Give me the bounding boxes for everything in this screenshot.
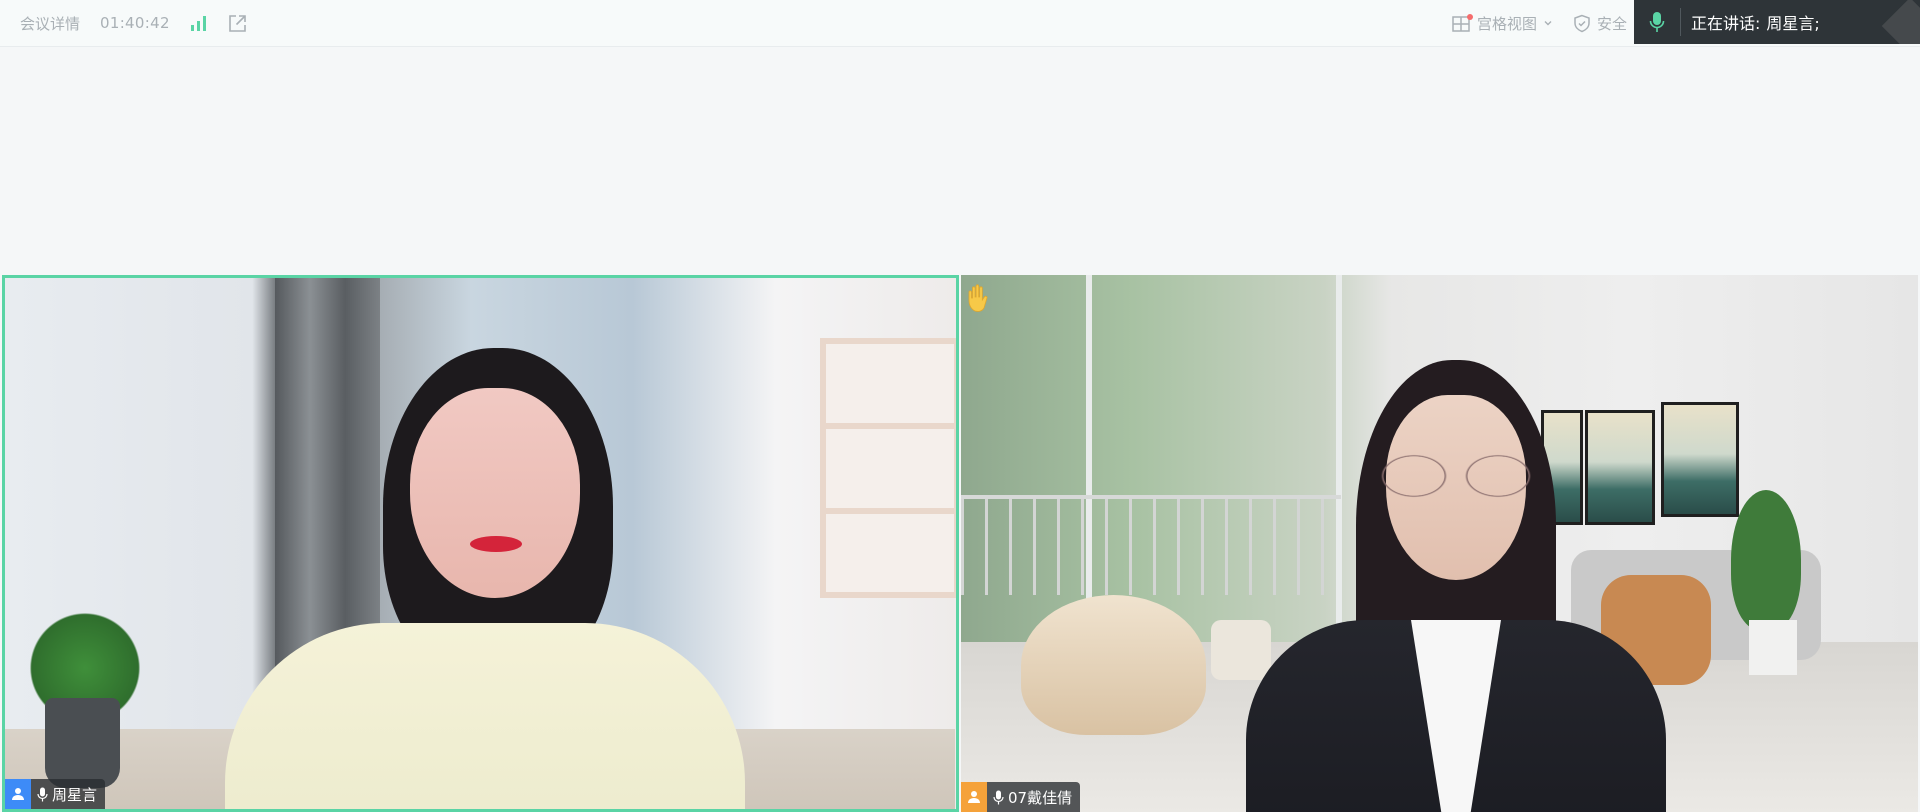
grid-icon: [1452, 13, 1473, 33]
scene-window-frame: [1336, 275, 1342, 655]
microphone-icon: [37, 787, 48, 802]
scene-wall-picture: [1585, 410, 1655, 525]
scene-wall-picture: [1661, 402, 1739, 517]
scene-plant-pot: [45, 698, 120, 788]
participant-glasses: [1376, 453, 1536, 499]
scene-shelf: [820, 338, 956, 598]
grid-view-button[interactable]: 宫格视图: [1452, 13, 1553, 34]
corner-decoration: [1881, 0, 1920, 44]
security-label: 安全: [1597, 14, 1628, 33]
scene-curtain: [275, 278, 380, 678]
share-out-icon[interactable]: [228, 14, 247, 33]
meeting-toolbar: 会议详情 01:40:42 宫格视图 安全 正在讲话: 周星言;: [0, 0, 1920, 47]
participant-name: 周星言: [52, 785, 98, 804]
scene-railing: [961, 495, 1341, 595]
divider: [1680, 8, 1681, 36]
participant-face: [410, 388, 580, 598]
speaking-indicator: 正在讲话: 周星言;: [1634, 0, 1920, 44]
participant-name-tag: 07戴佳倩: [961, 782, 1081, 812]
notification-dot: [1467, 13, 1473, 20]
scene-plant-pot: [1749, 620, 1797, 675]
video-tile-2[interactable]: 07戴佳倩: [961, 275, 1918, 812]
meeting-info: 会议详情 01:40:42: [20, 0, 247, 46]
participant-name-tag: 周星言: [5, 779, 106, 809]
grid-view-label: 宫格视图: [1477, 14, 1538, 33]
scene-plant: [1731, 490, 1801, 630]
toolbar-actions: 宫格视图 安全: [1452, 0, 1627, 46]
user-avatar-icon: [5, 779, 31, 809]
microphone-icon: [1634, 0, 1680, 44]
user-avatar-icon: [961, 782, 987, 812]
video-tile-1[interactable]: 周星言: [2, 275, 959, 812]
participant-lips: [470, 536, 522, 552]
scene-shelf-board: [820, 423, 956, 429]
scene-shelf-board: [820, 508, 956, 514]
chevron-down-icon: [1543, 18, 1553, 28]
microphone-icon: [993, 790, 1004, 805]
raised-hand-icon: [967, 283, 995, 317]
participant-name: 07戴佳倩: [1008, 788, 1073, 807]
speaking-label: 正在讲话:: [1691, 14, 1761, 33]
meeting-details-button[interactable]: 会议详情: [20, 13, 80, 34]
speaking-names: 周星言;: [1766, 14, 1820, 33]
security-button[interactable]: 安全: [1573, 13, 1627, 34]
shield-icon: [1573, 14, 1591, 33]
meeting-timer: 01:40:42: [100, 14, 170, 32]
participant-body: [225, 623, 745, 809]
scene-pouf: [1211, 620, 1271, 680]
scene-beanbag: [1021, 595, 1206, 735]
signal-icon[interactable]: [190, 15, 208, 31]
